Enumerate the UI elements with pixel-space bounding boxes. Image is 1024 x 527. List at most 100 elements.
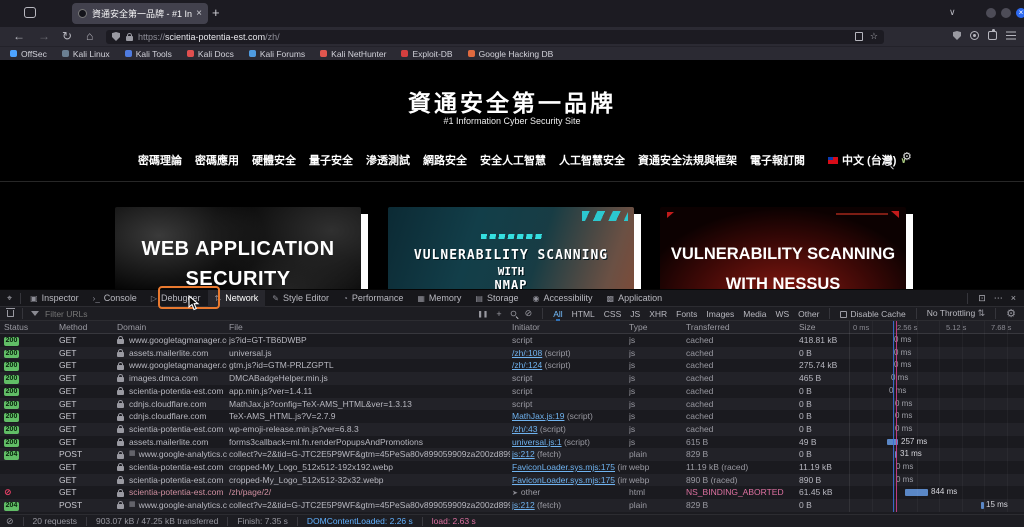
bookmark-item[interactable]: Kali Tools: [125, 49, 172, 59]
network-table-header[interactable]: Status Method Domain File Initiator Type Trans…: [0, 321, 1024, 334]
column-header-type[interactable]: Type: [629, 321, 647, 334]
network-request-row[interactable]: 200GETscientia-potentia-est.comwp-emoji-…: [0, 423, 1024, 436]
type-filter-css[interactable]: CSS: [604, 309, 621, 319]
protections-shield-icon[interactable]: [953, 31, 961, 40]
type-filter-all[interactable]: All: [553, 309, 562, 319]
bookmark-star-icon[interactable]: ☆: [870, 31, 878, 42]
type-filter-fonts[interactable]: Fonts: [676, 309, 697, 319]
type-filter-xhr[interactable]: XHR: [649, 309, 667, 319]
tab-close-icon[interactable]: ×: [196, 8, 202, 19]
page-action-icon[interactable]: [855, 32, 863, 41]
firefox-view-icon[interactable]: [24, 7, 36, 18]
devtools-tab-performance[interactable]: ◔Performance: [336, 290, 410, 307]
bookmark-item[interactable]: Kali NetHunter: [320, 49, 386, 59]
devtools-tab-inspector[interactable]: ▣Inspector: [23, 290, 86, 307]
url-bar[interactable]: https://scientia-potentia-est.com/zh/ ☆: [106, 30, 884, 44]
article-card[interactable]: WEB APPLICATIONSECURITY ASSESSMENT: [115, 207, 361, 302]
performance-analysis-icon[interactable]: ⊘: [6, 516, 14, 527]
bookmark-item[interactable]: Kali Linux: [62, 49, 110, 59]
network-request-row[interactable]: ⊘GETscientia-potentia-est.com/zh/page/2/…: [0, 486, 1024, 499]
site-nav-item[interactable]: 量子安全: [309, 152, 353, 168]
language-selector[interactable]: 中文 (台灣)∨: [828, 152, 907, 168]
network-request-row[interactable]: GETscientia-potentia-est.comcropped-My_L…: [0, 474, 1024, 487]
network-request-row[interactable]: 200GETcdnjs.cloudflare.comTeX-AMS_HTML.j…: [0, 410, 1024, 423]
extensions-icon[interactable]: [988, 31, 997, 40]
site-nav-item[interactable]: 密碼理論: [138, 152, 182, 168]
site-nav-item[interactable]: 資通安全法規與框架: [638, 152, 737, 168]
bookmark-item[interactable]: Kali Docs: [187, 49, 234, 59]
pick-element-icon[interactable]: ⌖: [7, 293, 12, 304]
bookmark-item[interactable]: Exploit-DB: [401, 49, 452, 59]
new-tab-button[interactable]: +: [212, 5, 220, 20]
maximize-button[interactable]: [1001, 8, 1011, 18]
type-filter-ws[interactable]: WS: [775, 309, 789, 319]
type-filter-other[interactable]: Other: [798, 309, 819, 319]
initiator-link[interactable]: js:212: [512, 500, 535, 510]
filter-urls-input[interactable]: [43, 308, 163, 320]
account-icon[interactable]: [970, 31, 979, 40]
forward-icon[interactable]: →: [38, 29, 50, 44]
disable-cache-checkbox[interactable]: Disable Cache: [840, 309, 905, 319]
site-nav-item[interactable]: 電子報訂閱: [750, 152, 805, 168]
column-header-transferred[interactable]: Transferred: [686, 321, 730, 334]
site-nav-item[interactable]: 密碼應用: [195, 152, 239, 168]
column-header-size[interactable]: Size: [799, 321, 816, 334]
back-icon[interactable]: ←: [13, 29, 25, 44]
site-nav-item[interactable]: 滲透測試: [366, 152, 410, 168]
bookmark-item[interactable]: OffSec: [10, 49, 47, 59]
type-filter-images[interactable]: Images: [706, 309, 734, 319]
site-search-icon[interactable]: [884, 153, 891, 171]
request-blocking-icon[interactable]: ⊘: [525, 308, 533, 319]
network-request-row[interactable]: 204POST▦www.google-analytics.comcollect?…: [0, 499, 1024, 512]
bookmark-item[interactable]: Kali Forums: [249, 49, 305, 59]
devtools-tab-application[interactable]: ▩Application: [600, 290, 670, 307]
new-request-icon[interactable]: +: [496, 309, 501, 319]
network-settings-gear-icon[interactable]: ⚙: [1006, 307, 1016, 320]
dock-options-icon[interactable]: ⊡: [978, 293, 986, 304]
initiator-link[interactable]: /zh/:43: [512, 424, 538, 434]
article-card[interactable]: VULNERABILITY SCANNINGWITHNMAP: [388, 207, 634, 302]
initiator-link[interactable]: FaviconLoader.sys.mjs:175: [512, 462, 615, 472]
devtools-close-icon[interactable]: ×: [1011, 293, 1016, 303]
network-request-row[interactable]: 200GETimages.dmca.comDMCABadgeHelper.min…: [0, 372, 1024, 385]
site-nav-item[interactable]: 人工智慧安全: [559, 152, 625, 168]
tracking-protection-shield-icon[interactable]: [112, 32, 120, 41]
minimize-button[interactable]: [986, 8, 996, 18]
devtools-tab-style-editor[interactable]: ✎Style Editor: [265, 290, 336, 307]
network-request-row[interactable]: 200GETassets.mailerlite.comuniversal.js/…: [0, 347, 1024, 360]
column-header-method[interactable]: Method: [59, 321, 87, 334]
initiator-link[interactable]: /zh/:108: [512, 348, 542, 358]
lock-icon[interactable]: [126, 36, 133, 41]
site-nav-item[interactable]: 網路安全: [423, 152, 467, 168]
pause-recording-icon[interactable]: ❚❚: [477, 310, 488, 318]
clear-requests-icon[interactable]: [7, 310, 14, 317]
devtools-menu-icon[interactable]: ⋯: [994, 293, 1003, 304]
initiator-link[interactable]: MathJax.js:19: [512, 411, 564, 421]
initiator-link[interactable]: universal.js:1: [512, 437, 562, 447]
search-requests-icon[interactable]: [510, 309, 517, 319]
column-header-status[interactable]: Status: [4, 321, 28, 334]
devtools-tab-console[interactable]: ›_Console: [86, 290, 144, 307]
column-header-initiator[interactable]: Initiator: [512, 321, 540, 334]
initiator-link[interactable]: js:212: [512, 449, 535, 459]
network-request-row[interactable]: 200GETwww.googletagmanager.comjs?id=GT-T…: [0, 334, 1024, 347]
reload-icon[interactable]: ↻: [62, 29, 72, 44]
devtools-tab-accessibility[interactable]: ◉Accessibility: [526, 290, 600, 307]
initiator-link[interactable]: FaviconLoader.sys.mjs:175: [512, 475, 615, 485]
network-request-row[interactable]: 200GETcdnjs.cloudflare.comMathJax.js?con…: [0, 398, 1024, 411]
devtools-tab-memory[interactable]: ▦Memory: [410, 290, 468, 307]
column-header-domain[interactable]: Domain: [117, 321, 146, 334]
menu-hamburger-icon[interactable]: [1006, 35, 1016, 37]
column-header-file[interactable]: File: [229, 321, 243, 334]
network-request-row[interactable]: 200GETassets.mailerlite.comforms3callbac…: [0, 436, 1024, 449]
article-card[interactable]: VULNERABILITY SCANNINGWITH NESSUS: [660, 207, 906, 302]
throttling-select[interactable]: No Throttling ⇅: [927, 308, 985, 319]
type-filter-js[interactable]: JS: [630, 309, 640, 319]
type-filter-html[interactable]: HTML: [572, 309, 595, 319]
home-icon[interactable]: ⌂: [86, 29, 93, 44]
network-request-row[interactable]: 200GETwww.googletagmanager.comgtm.js?id=…: [0, 359, 1024, 372]
type-filter-media[interactable]: Media: [743, 309, 766, 319]
site-settings-gear-icon[interactable]: ⚙: [902, 150, 912, 163]
site-nav-item[interactable]: 硬體安全: [252, 152, 296, 168]
browser-tab[interactable]: 資通安全第一品牌 - #1 Inf ×: [72, 3, 208, 24]
